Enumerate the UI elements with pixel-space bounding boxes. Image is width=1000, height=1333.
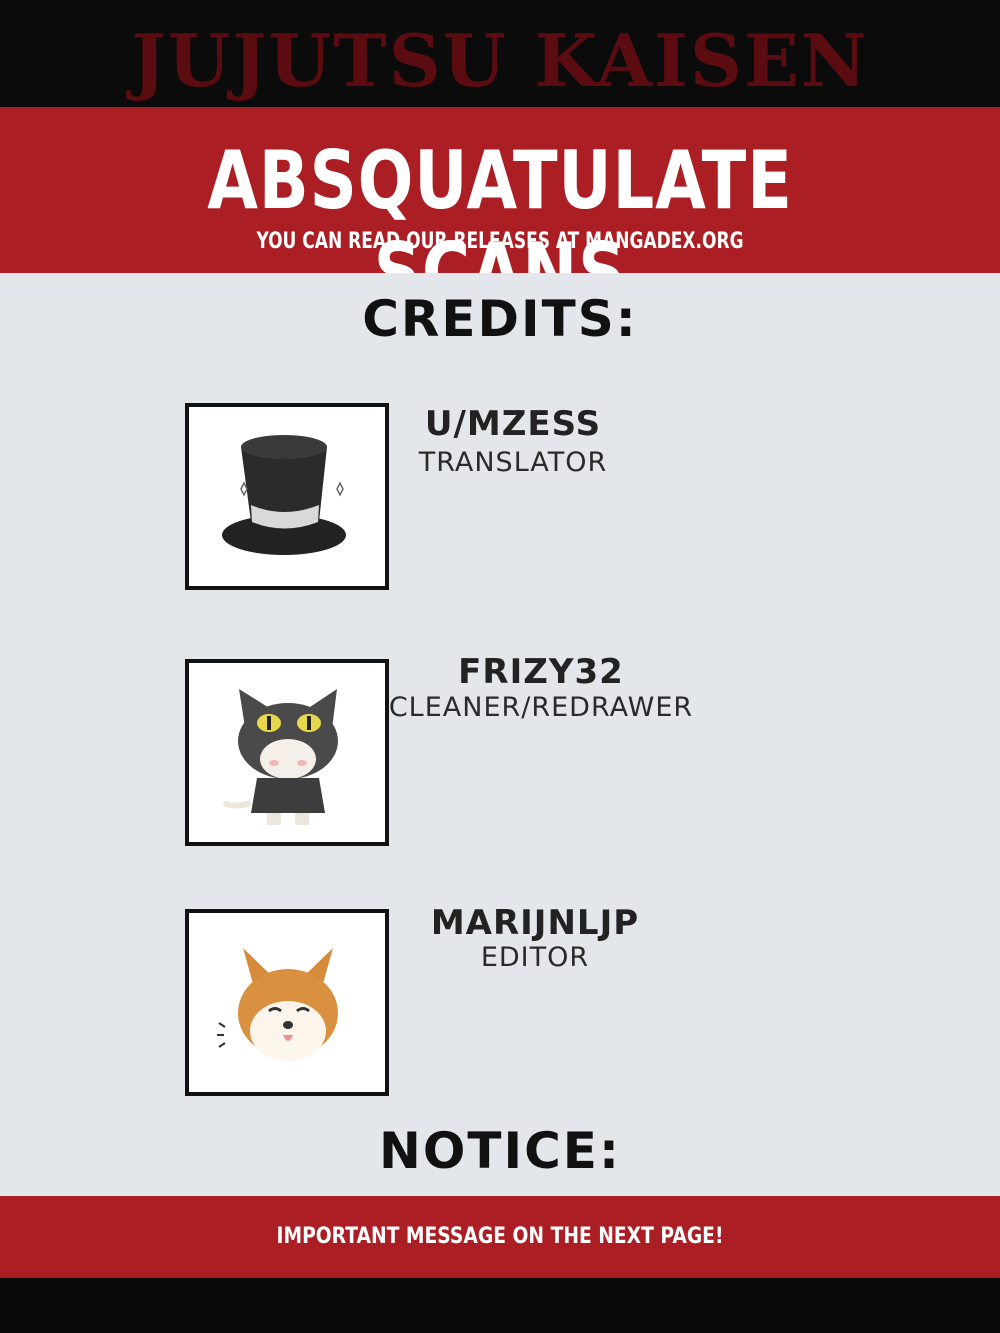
member-name: MARIJNLJP [430,903,640,943]
member-role: TRANSLATOR [418,447,608,478]
hooded-cat-icon [222,689,338,825]
credits-heading: CREDITS: [362,290,638,348]
series-logo: JUJUTSU KAISEN [131,18,869,103]
top-hat-icon [222,435,346,555]
shiba-dog-icon [217,948,338,1061]
member-name: FRIZY32 [458,652,624,692]
header-subtitle: YOU CAN READ OUR RELEASES AT MANGADEX.OR… [256,229,744,254]
member-role: EDITOR [480,942,590,973]
avatar-editor [185,909,389,1096]
avatar-cleaner [185,659,389,846]
member-role: CLEANER/REDRAWER [388,692,694,723]
avatar-translator [185,403,389,590]
notice-message: IMPORTANT MESSAGE ON THE NEXT PAGE! [276,1224,724,1249]
member-name: U/MZESS [424,404,602,444]
notice-heading: NOTICE: [379,1122,621,1180]
